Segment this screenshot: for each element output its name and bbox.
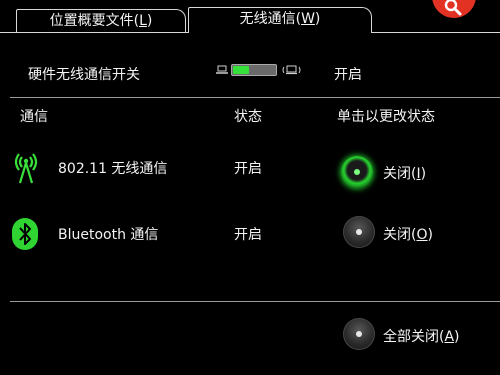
tab-wireless-key: W: [301, 11, 315, 27]
hardware-switch-fill: [233, 66, 249, 74]
all-off-key: A: [444, 329, 455, 345]
radio-dot: [356, 331, 362, 337]
column-header-status: 状态: [234, 109, 262, 125]
column-header-action: 单击以更改状态: [337, 109, 435, 125]
bluetooth-off-radio[interactable]: [343, 216, 375, 248]
all-off-label[interactable]: 全部关闭(A): [383, 326, 460, 346]
all-off-radio[interactable]: [343, 318, 375, 350]
radio-dot: [356, 229, 362, 235]
radio-dot: [354, 169, 360, 175]
wifi-off-text: 关闭(: [383, 166, 417, 182]
wifi-icon: [14, 153, 38, 184]
device-name-bluetooth: Bluetooth 通信: [58, 227, 159, 243]
wifi-off-suffix: ): [420, 166, 427, 182]
hardware-switch-track: [231, 64, 277, 76]
tab-divider-right: [371, 32, 500, 33]
column-header-device: 通信: [20, 109, 48, 125]
laptop-wireless-icon: [282, 65, 301, 75]
wifi-off-radio[interactable]: [341, 156, 373, 188]
bluetooth-icon: [12, 218, 38, 250]
tab-location-profile-suffix: ): [146, 13, 153, 29]
bluetooth-off-label[interactable]: 关闭(O): [383, 224, 433, 244]
device-status-wifi: 开启: [234, 161, 262, 177]
tab-divider-left: [0, 32, 189, 33]
search-icon: [444, 0, 462, 16]
device-name-wifi: 802.11 无线通信: [58, 161, 168, 177]
tab-wireless-label: 无线通信(: [239, 11, 302, 27]
bluetooth-off-suffix: ): [427, 227, 433, 243]
hardware-switch-status: 开启: [334, 67, 362, 83]
hardware-switch-indicator: [216, 62, 306, 78]
device-status-bluetooth: 开启: [234, 227, 262, 243]
all-off-suffix: ): [454, 329, 460, 345]
tab-location-profile-label: 位置概要文件(: [49, 13, 140, 29]
tab-wireless-suffix: ): [314, 11, 321, 27]
tab-wireless[interactable]: 无线通信(W): [188, 7, 372, 33]
all-off-text: 全部关闭(: [383, 329, 445, 345]
bluetooth-off-key: O: [416, 227, 428, 243]
tab-location-profile[interactable]: 位置概要文件(L): [16, 9, 186, 33]
bluetooth-off-text: 关闭(: [383, 227, 417, 243]
hardware-switch-label: 硬件无线通信开关: [28, 67, 140, 83]
divider-top: [10, 97, 500, 98]
tab-location-profile-key: L: [139, 13, 147, 29]
wifi-off-label[interactable]: 关闭(I): [383, 163, 426, 183]
tab-bar: 位置概要文件(L) 无线通信(W): [0, 0, 500, 33]
divider-bottom: [10, 301, 500, 302]
laptop-off-icon: [216, 65, 228, 74]
